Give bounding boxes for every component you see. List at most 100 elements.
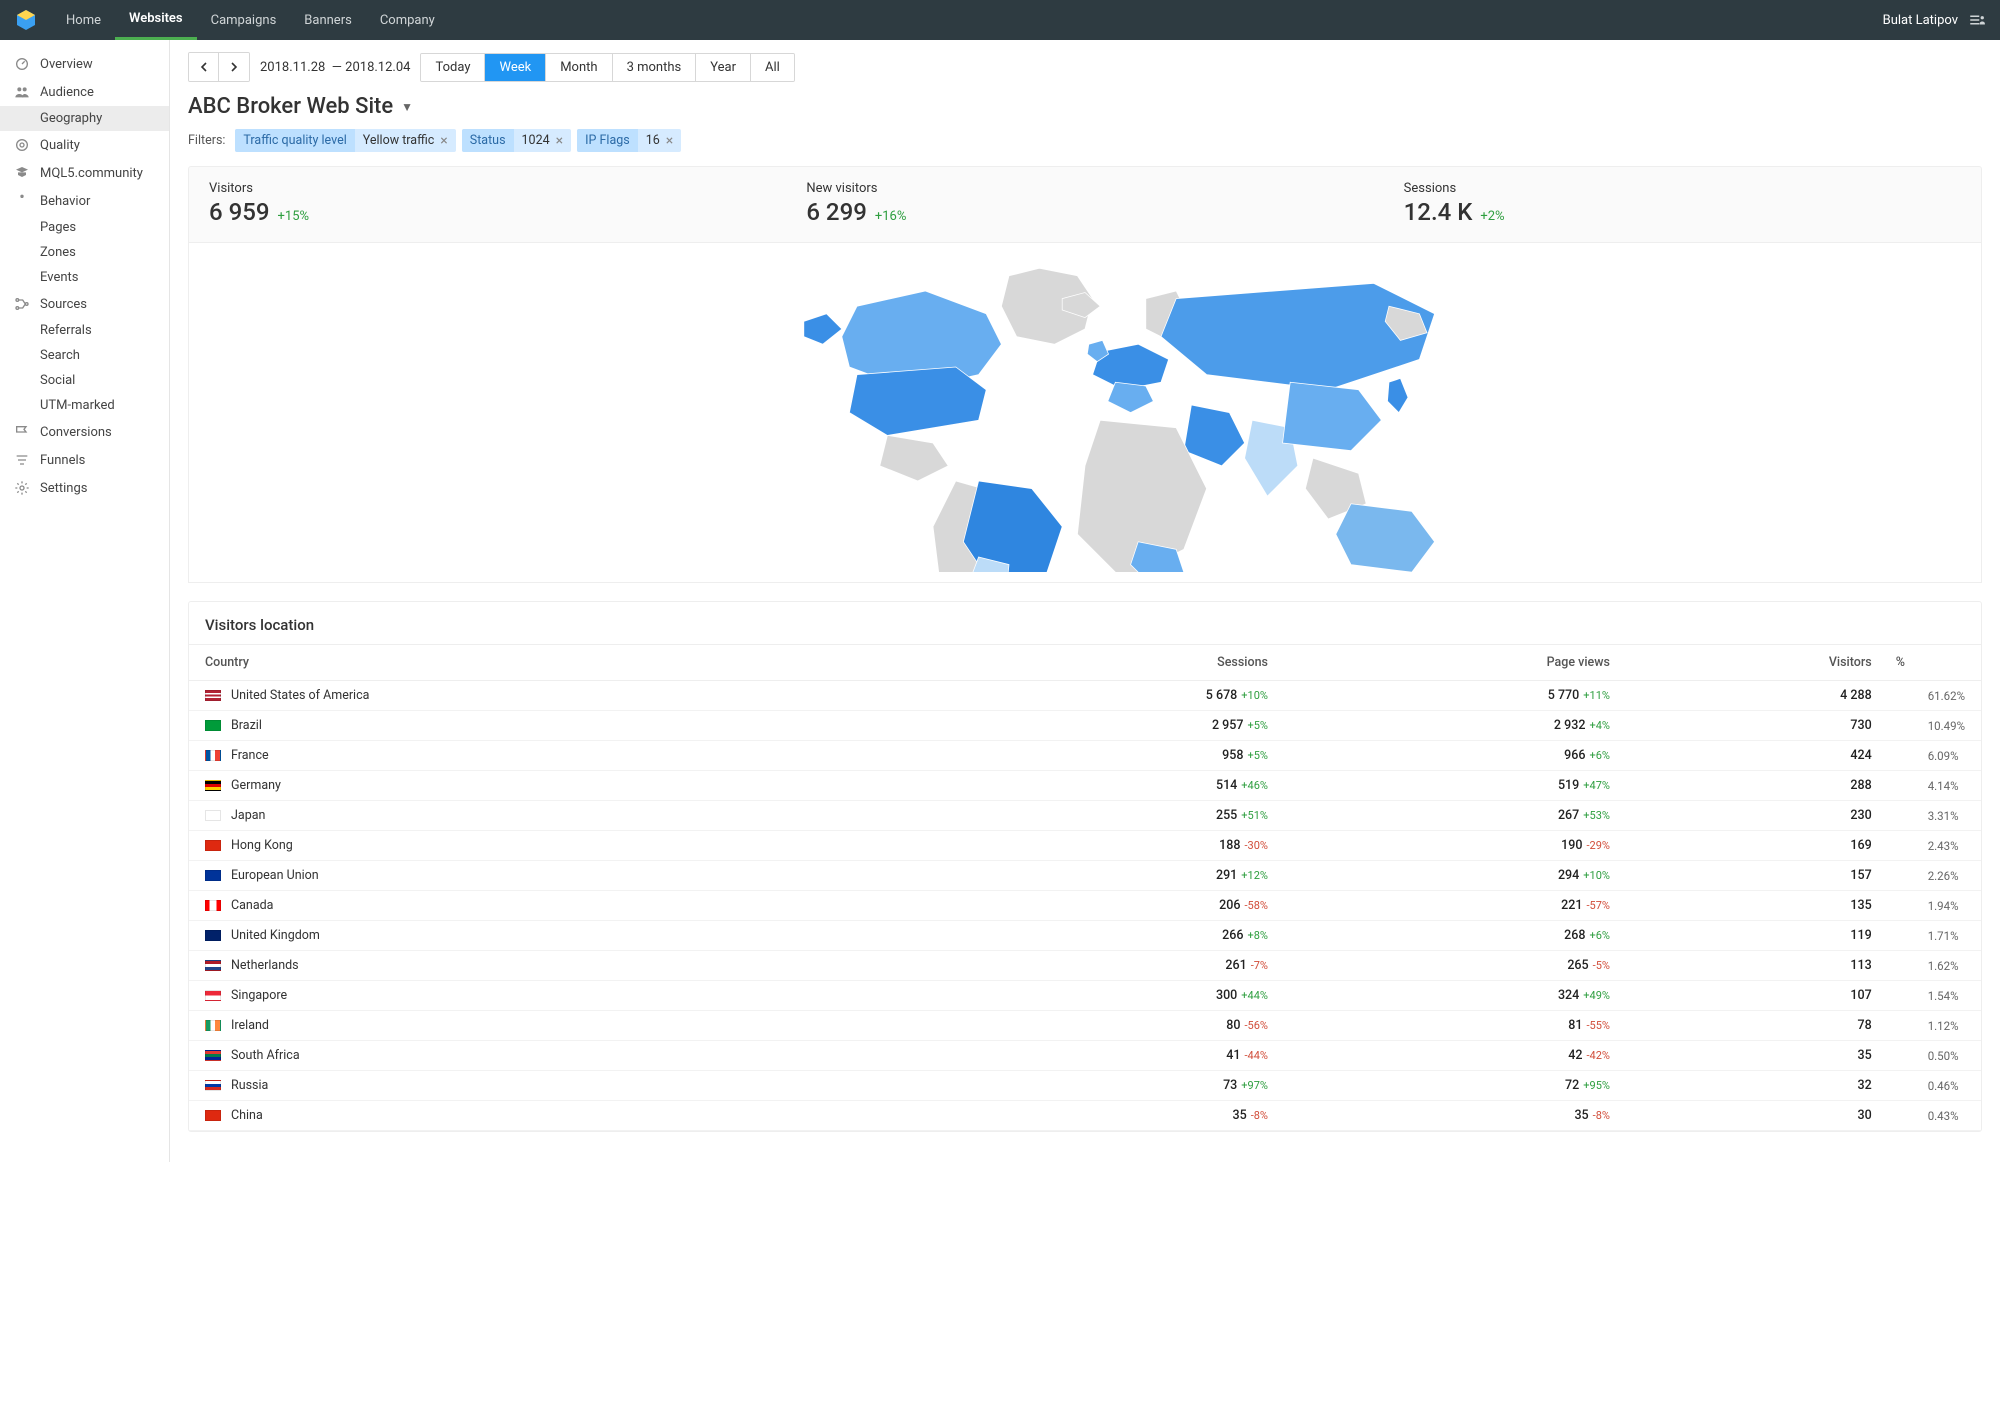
table-row[interactable]: United Kingdom266+8%268+6%1191.71% <box>189 921 1981 951</box>
country-name: South Africa <box>231 1048 300 1063</box>
topnav-item-banners[interactable]: Banners <box>290 0 366 40</box>
flag-icon <box>205 1050 221 1061</box>
flag-icon <box>205 750 221 761</box>
close-icon[interactable]: × <box>440 134 447 148</box>
sidebar-item-settings[interactable]: Settings <box>0 474 169 502</box>
filters-bar: Filters: Traffic quality levelYellow tra… <box>188 129 1982 152</box>
filter-chip[interactable]: Status 1024 × <box>462 129 571 152</box>
sidebar-item-audience[interactable]: Audience <box>0 78 169 106</box>
filter-chip-key: Traffic quality level <box>235 129 354 152</box>
sidebar-item-quality[interactable]: Quality <box>0 131 169 159</box>
sidebar-item-behavior[interactable]: Behavior <box>0 187 169 215</box>
filter-chip-value: 1024 <box>522 133 550 148</box>
table-row[interactable]: Hong Kong188-30%190-29%1692.43% <box>189 831 1981 861</box>
world-map[interactable] <box>705 253 1465 572</box>
col--[interactable]: % <box>1884 645 1981 681</box>
percent-value: 6.09% <box>1928 749 1959 763</box>
filter-chip[interactable]: IP Flags16× <box>577 129 681 152</box>
col-visitors[interactable]: Visitors <box>1622 645 1884 681</box>
sidebar-item-label: Quality <box>40 138 80 153</box>
table-row[interactable]: Japan255+51%267+53%2303.31% <box>189 801 1981 831</box>
range-tab-year[interactable]: Year <box>696 54 751 81</box>
stat-visitors: Visitors6 959+15% <box>209 181 766 226</box>
page-title-dropdown[interactable]: ABC Broker Web Site ▼ <box>188 94 1982 119</box>
sidebar-sub-pages[interactable]: Pages <box>0 215 169 240</box>
sidebar-sub-search[interactable]: Search <box>0 343 169 368</box>
sidebar-item-funnels[interactable]: Funnels <box>0 446 169 474</box>
stat-delta: +2% <box>1480 209 1504 224</box>
table-row[interactable]: France958+5%966+6%4246.09% <box>189 741 1981 771</box>
flag-icon <box>205 780 221 791</box>
user-name[interactable]: Bulat Latipov <box>1883 13 1958 28</box>
sidebar-item-mql5-community[interactable]: MQL5.community <box>0 159 169 187</box>
col-page-views[interactable]: Page views <box>1280 645 1622 681</box>
sidebar-sub-zones[interactable]: Zones <box>0 240 169 265</box>
date-range-display[interactable]: 2018.11.28 — 2018.12.04 <box>260 60 410 75</box>
topnav-item-campaigns[interactable]: Campaigns <box>197 0 291 40</box>
sidebar-sub-referrals[interactable]: Referrals <box>0 318 169 343</box>
sidebar-sub-events[interactable]: Events <box>0 265 169 290</box>
flag-icon <box>205 690 221 701</box>
date-next-button[interactable] <box>219 53 249 81</box>
filter-chip[interactable]: Traffic quality levelYellow traffic× <box>235 129 455 152</box>
sidebar-item-label: Settings <box>40 481 87 496</box>
country-name: Russia <box>231 1078 268 1093</box>
close-icon[interactable]: × <box>556 134 563 148</box>
table-row[interactable]: European Union291+12%294+10%1572.26% <box>189 861 1981 891</box>
stat-label: Visitors <box>209 181 766 196</box>
close-icon[interactable]: × <box>666 134 673 148</box>
topnav-item-home[interactable]: Home <box>52 0 115 40</box>
quality-icon <box>14 137 30 153</box>
sidebar-item-label: Overview <box>40 57 93 72</box>
percent-value: 10.49% <box>1928 719 1965 733</box>
range-tab-all[interactable]: All <box>751 54 794 81</box>
range-tab-month[interactable]: Month <box>546 54 612 81</box>
user-switch-icon[interactable] <box>1968 11 1986 29</box>
table-row[interactable]: Singapore300+44%324+49%1071.54% <box>189 981 1981 1011</box>
sidebar-item-conversions[interactable]: Conversions <box>0 418 169 446</box>
top-nav: HomeWebsitesCampaignsBannersCompany Bula… <box>0 0 2000 40</box>
visitors-table: CountrySessionsPage viewsVisitors% Unite… <box>189 645 1981 1131</box>
table-row[interactable]: South Africa41-44%42-42%350.50% <box>189 1041 1981 1071</box>
sidebar-item-overview[interactable]: Overview <box>0 50 169 78</box>
sidebar-item-sources[interactable]: Sources <box>0 290 169 318</box>
sidebar-sub-social[interactable]: Social <box>0 368 169 393</box>
date-toolbar: 2018.11.28 — 2018.12.04 TodayWeekMonth3 … <box>188 52 1982 82</box>
flag-icon <box>205 720 221 731</box>
topnav-item-company[interactable]: Company <box>366 0 449 40</box>
flag-icon <box>205 1020 221 1031</box>
table-row[interactable]: Brazil2 957+5%2 932+4%73010.49% <box>189 711 1981 741</box>
sidebar-sub-utm-marked[interactable]: UTM-marked <box>0 393 169 418</box>
conversions-icon <box>14 424 30 440</box>
flag-icon <box>205 990 221 1001</box>
table-row[interactable]: Netherlands261-7%265-5%1131.62% <box>189 951 1981 981</box>
table-row[interactable]: Canada206-58%221-57%1351.94% <box>189 891 1981 921</box>
topnav-item-websites[interactable]: Websites <box>115 0 197 40</box>
date-prev-button[interactable] <box>189 53 219 81</box>
stats-summary: Visitors6 959+15%New visitors6 299+16%Se… <box>188 166 1982 243</box>
country-name: United States of America <box>231 688 369 703</box>
range-tab-today[interactable]: Today <box>421 54 485 81</box>
country-name: Canada <box>231 898 274 913</box>
behavior-icon <box>14 193 30 209</box>
filter-chip-key: Status <box>462 129 514 152</box>
sidebar-sub-geography[interactable]: Geography <box>0 106 169 131</box>
stat-new-visitors: New visitors6 299+16% <box>806 181 1363 226</box>
table-row[interactable]: Ireland80-56%81-55%781.12% <box>189 1011 1981 1041</box>
table-row[interactable]: China35-8%35-8%300.43% <box>189 1101 1981 1131</box>
country-name: European Union <box>231 868 319 883</box>
filters-label: Filters: <box>188 133 225 148</box>
table-row[interactable]: United States of America5 678+10%5 770+1… <box>189 681 1981 711</box>
sidebar-item-label: Audience <box>40 85 94 100</box>
chevron-down-icon: ▼ <box>401 100 413 114</box>
range-tab-3-months[interactable]: 3 months <box>613 54 697 81</box>
percent-value: 2.26% <box>1928 869 1959 883</box>
range-tab-week[interactable]: Week <box>485 54 546 81</box>
table-row[interactable]: Germany514+46%519+47%2884.14% <box>189 771 1981 801</box>
table-row[interactable]: Russia73+97%72+95%320.46% <box>189 1071 1981 1101</box>
country-name: Hong Kong <box>231 838 293 853</box>
col-sessions[interactable]: Sessions <box>942 645 1280 681</box>
col-country[interactable]: Country <box>189 645 942 681</box>
stat-value: 6 299 <box>806 198 867 226</box>
country-name: Singapore <box>231 988 287 1003</box>
